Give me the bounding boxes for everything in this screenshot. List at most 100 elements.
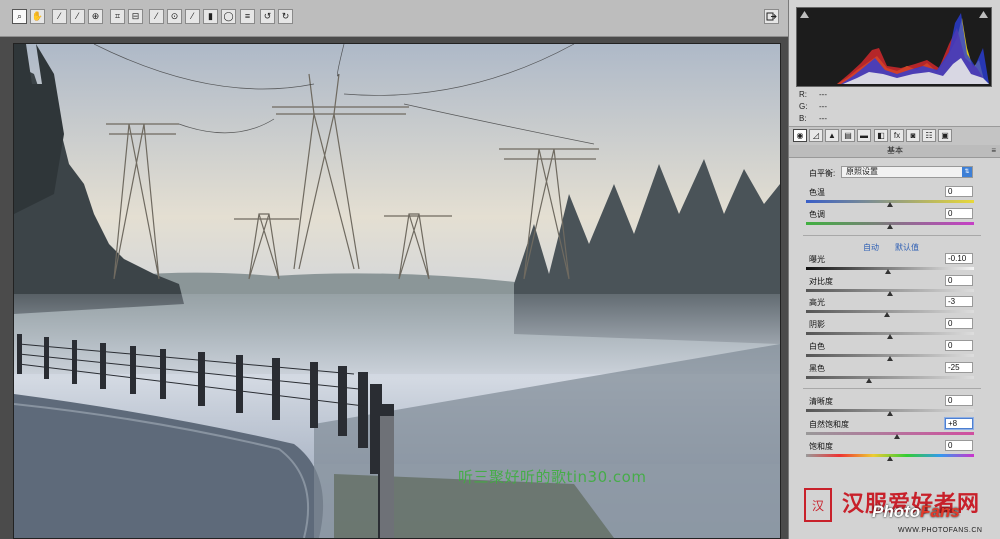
export-icon[interactable] bbox=[764, 9, 779, 24]
rotate-left-icon[interactable]: ↺ bbox=[260, 9, 275, 24]
site-logo: 汉 汉服爱好者网 PhotoFans WWW.PHOTOFANS.CN bbox=[792, 474, 1000, 539]
shadows-label: 阴影 bbox=[809, 320, 825, 329]
logo-photofans: PhotoFans bbox=[872, 502, 960, 522]
tab-split-toning-icon[interactable]: ▬ bbox=[857, 129, 871, 142]
tab-basic-icon[interactable]: ◉ bbox=[793, 129, 807, 142]
saturation-slider-thumb[interactable] bbox=[887, 456, 893, 461]
highlights-field[interactable]: -3 bbox=[945, 296, 973, 307]
watermark-text: 听三聚好听的歌tin30.com bbox=[458, 468, 647, 486]
tab-hsl-icon[interactable]: ▤ bbox=[841, 129, 855, 142]
whites-slider-thumb[interactable] bbox=[887, 356, 893, 361]
shadows-slider-thumb[interactable] bbox=[887, 334, 893, 339]
clarity-field[interactable]: 0 bbox=[945, 395, 973, 406]
radial-filter-icon[interactable]: ◯ bbox=[221, 9, 236, 24]
divider bbox=[803, 235, 981, 236]
highlight-clipping-icon[interactable] bbox=[979, 11, 988, 18]
blacks-slider-thumb[interactable] bbox=[866, 378, 872, 383]
preferences-icon[interactable]: ≡ bbox=[240, 9, 255, 24]
tint-label: 色调 bbox=[809, 210, 825, 219]
panel-menu-icon[interactable]: ≡ bbox=[991, 146, 996, 155]
white-balance-select[interactable]: 原照设置 ⇅ bbox=[841, 166, 973, 178]
contrast-slider-thumb[interactable] bbox=[887, 291, 893, 296]
shadow-clipping-icon[interactable] bbox=[800, 11, 809, 18]
tint-field[interactable]: 0 bbox=[945, 208, 973, 219]
whites-field[interactable]: 0 bbox=[945, 340, 973, 351]
white-balance-value: 原照设置 bbox=[846, 167, 878, 176]
image-canvas[interactable]: 听三聚好听的歌tin30.com bbox=[0, 37, 788, 539]
logo-photo-word: Photo bbox=[872, 502, 921, 521]
color-sampler-icon[interactable]: ⁄ bbox=[70, 9, 85, 24]
r-value: --- bbox=[819, 90, 827, 99]
blacks-slider[interactable] bbox=[806, 376, 974, 383]
adjustments-panel: R: --- G: --- B: --- ◉ ◿ ▲ ▤ ▬ ◧ fx ◙ ☷ ▣ 基… bbox=[788, 0, 1000, 539]
tab-presets-icon[interactable]: ☷ bbox=[922, 129, 936, 142]
saturation-slider[interactable] bbox=[806, 454, 974, 461]
clarity-label: 清晰度 bbox=[809, 397, 833, 406]
g-value: --- bbox=[819, 102, 827, 111]
panel-tabs: ◉ ◿ ▲ ▤ ▬ ◧ fx ◙ ☷ ▣ bbox=[789, 126, 1000, 146]
temp-label: 色温 bbox=[809, 188, 825, 197]
shadows-field[interactable]: 0 bbox=[945, 318, 973, 329]
white-balance-icon[interactable]: ⁄ bbox=[52, 9, 67, 24]
targeted-adjust-icon[interactable]: ⊕ bbox=[88, 9, 103, 24]
contrast-label: 对比度 bbox=[809, 277, 833, 286]
tint-slider[interactable] bbox=[806, 222, 974, 229]
highlights-slider-thumb[interactable] bbox=[884, 312, 891, 317]
crop-icon[interactable]: ⌗ bbox=[110, 9, 125, 24]
rgb-readout: R: --- G: --- B: --- bbox=[799, 89, 849, 125]
graduated-filter-icon[interactable]: ▮ bbox=[203, 9, 218, 24]
r-label: R: bbox=[799, 90, 807, 99]
temp-slider[interactable] bbox=[806, 200, 974, 207]
clarity-slider[interactable] bbox=[806, 409, 974, 416]
tab-detail-icon[interactable]: ▲ bbox=[825, 129, 839, 142]
adjustment-brush-icon[interactable]: ⁄ bbox=[185, 9, 200, 24]
histogram[interactable] bbox=[796, 7, 992, 87]
exposure-slider-thumb[interactable] bbox=[885, 269, 892, 274]
clarity-slider-thumb[interactable] bbox=[887, 411, 893, 416]
exposure-label: 曝光 bbox=[809, 255, 825, 264]
auto-button[interactable]: 自动 bbox=[863, 242, 879, 253]
straighten-icon[interactable]: ⊟ bbox=[128, 9, 143, 24]
red-eye-icon[interactable]: ⊙ bbox=[167, 9, 182, 24]
exposure-slider[interactable] bbox=[806, 267, 974, 274]
vibrance-field[interactable]: +8 bbox=[945, 418, 973, 429]
divider bbox=[803, 388, 981, 389]
highlights-label: 高光 bbox=[809, 298, 825, 307]
rotate-right-icon[interactable]: ↻ bbox=[278, 9, 293, 24]
highlights-slider[interactable] bbox=[806, 310, 974, 317]
white-balance-label: 白平衡: bbox=[809, 169, 836, 178]
contrast-field[interactable]: 0 bbox=[945, 275, 973, 286]
toolbar: ⌕ ✋ ⁄ ⁄ ⊕ ⌗ ⊟ ⁄ ⊙ ⁄ ▮ ◯ ≡ ↺ ↻ bbox=[0, 0, 788, 37]
saturation-field[interactable]: 0 bbox=[945, 440, 973, 451]
blacks-field[interactable]: -25 bbox=[945, 362, 973, 373]
contrast-slider[interactable] bbox=[806, 289, 974, 296]
export-icon-glyph bbox=[766, 12, 777, 21]
tab-lens-icon[interactable]: ◧ bbox=[874, 129, 888, 142]
exposure-field[interactable]: -0.10 bbox=[945, 253, 973, 264]
tint-slider-thumb[interactable] bbox=[887, 224, 893, 229]
saturation-label: 饱和度 bbox=[809, 442, 833, 451]
vibrance-slider-thumb[interactable] bbox=[893, 434, 900, 439]
b-value: --- bbox=[819, 114, 827, 123]
zoom-icon[interactable]: ⌕ bbox=[12, 9, 27, 24]
default-button[interactable]: 默认值 bbox=[895, 242, 919, 253]
logo-seal: 汉 bbox=[804, 488, 832, 522]
b-label: B: bbox=[799, 114, 807, 123]
temp-slider-thumb[interactable] bbox=[887, 202, 893, 207]
vibrance-label: 自然饱和度 bbox=[809, 420, 849, 429]
chevron-down-icon: ⇅ bbox=[962, 167, 972, 177]
shadows-slider[interactable] bbox=[806, 332, 974, 339]
tab-camera-calibration-icon[interactable]: ◙ bbox=[906, 129, 920, 142]
tab-tone-curve-icon[interactable]: ◿ bbox=[809, 129, 823, 142]
histogram-graph bbox=[837, 13, 989, 84]
panel-title: 基本 bbox=[789, 145, 1000, 158]
photo-preview[interactable] bbox=[13, 43, 781, 539]
hand-icon[interactable]: ✋ bbox=[30, 9, 45, 24]
tab-effects-icon[interactable]: fx bbox=[890, 129, 904, 142]
logo-url: WWW.PHOTOFANS.CN bbox=[898, 527, 983, 534]
spot-removal-icon[interactable]: ⁄ bbox=[149, 9, 164, 24]
whites-slider[interactable] bbox=[806, 354, 974, 361]
tab-snapshots-icon[interactable]: ▣ bbox=[938, 129, 952, 142]
vibrance-slider[interactable] bbox=[806, 432, 974, 439]
temp-field[interactable]: 0 bbox=[945, 186, 973, 197]
